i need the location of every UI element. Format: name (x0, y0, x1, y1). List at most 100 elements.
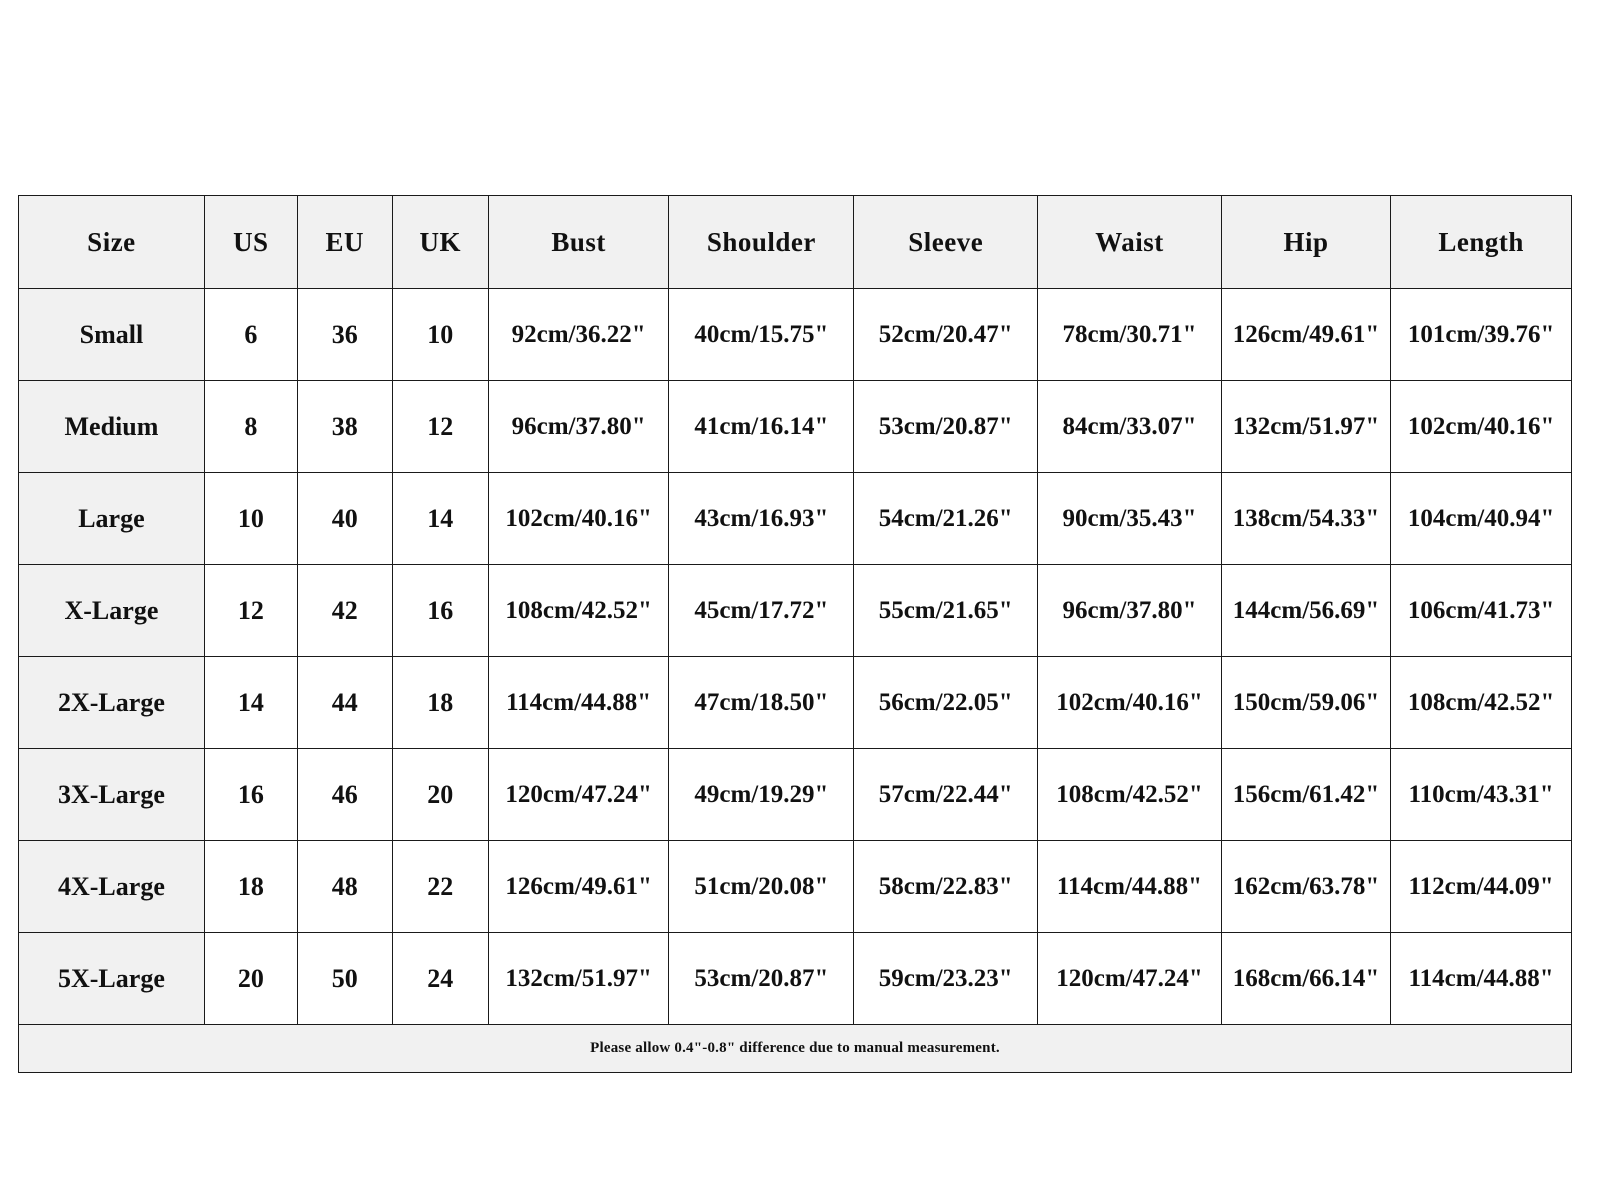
cell-eu: 50 (296, 932, 393, 1025)
table-row: Medium 8 38 12 96cm/37.80" 41cm/16.14" 5… (18, 380, 1572, 473)
cell-hip: 126cm/49.61" (1220, 288, 1392, 381)
cell-size: Medium (18, 380, 205, 473)
cell-size: Large (18, 472, 205, 565)
table-body: Small 6 36 10 92cm/36.22" 40cm/15.75" 52… (18, 288, 1572, 1025)
size-chart-table: Size US EU UK Bust Shoulder Sleeve Waist… (18, 195, 1572, 1073)
table-row: Small 6 36 10 92cm/36.22" 40cm/15.75" 52… (18, 288, 1572, 381)
cell-us: 8 (203, 380, 298, 473)
column-header-bust: Bust (487, 195, 670, 289)
cell-waist: 90cm/35.43" (1037, 472, 1222, 565)
table-row: 3X-Large 16 46 20 120cm/47.24" 49cm/19.2… (18, 748, 1572, 841)
cell-bust: 108cm/42.52" (487, 564, 670, 657)
table-row: X-Large 12 42 16 108cm/42.52" 45cm/17.72… (18, 564, 1572, 657)
measurement-disclaimer: Please allow 0.4"-0.8" difference due to… (18, 1024, 1572, 1073)
cell-eu: 40 (296, 472, 393, 565)
cell-waist: 120cm/47.24" (1037, 932, 1222, 1025)
table-row: 4X-Large 18 48 22 126cm/49.61" 51cm/20.0… (18, 840, 1572, 933)
cell-uk: 14 (391, 472, 489, 565)
cell-sleeve: 53cm/20.87" (853, 380, 1039, 473)
cell-waist: 96cm/37.80" (1037, 564, 1222, 657)
cell-bust: 102cm/40.16" (487, 472, 670, 565)
cell-shoulder: 40cm/15.75" (668, 288, 855, 381)
column-header-shoulder: Shoulder (668, 195, 855, 289)
cell-bust: 92cm/36.22" (487, 288, 670, 381)
cell-size: X-Large (18, 564, 205, 657)
cell-length: 106cm/41.73" (1390, 564, 1572, 657)
cell-hip: 168cm/66.14" (1220, 932, 1392, 1025)
cell-bust: 120cm/47.24" (487, 748, 670, 841)
cell-us: 20 (203, 932, 298, 1025)
cell-shoulder: 49cm/19.29" (668, 748, 855, 841)
cell-bust: 132cm/51.97" (487, 932, 670, 1025)
cell-waist: 102cm/40.16" (1037, 656, 1222, 749)
cell-sleeve: 57cm/22.44" (853, 748, 1039, 841)
cell-shoulder: 53cm/20.87" (668, 932, 855, 1025)
table-header: Size US EU UK Bust Shoulder Sleeve Waist… (18, 195, 1572, 289)
cell-uk: 22 (391, 840, 489, 933)
cell-waist: 108cm/42.52" (1037, 748, 1222, 841)
cell-size: 2X-Large (18, 656, 205, 749)
column-header-waist: Waist (1037, 195, 1222, 289)
cell-length: 104cm/40.94" (1390, 472, 1572, 565)
cell-hip: 162cm/63.78" (1220, 840, 1392, 933)
cell-shoulder: 41cm/16.14" (668, 380, 855, 473)
cell-waist: 84cm/33.07" (1037, 380, 1222, 473)
cell-us: 12 (203, 564, 298, 657)
table-row: Large 10 40 14 102cm/40.16" 43cm/16.93" … (18, 472, 1572, 565)
cell-uk: 18 (391, 656, 489, 749)
cell-length: 101cm/39.76" (1390, 288, 1572, 381)
cell-uk: 16 (391, 564, 489, 657)
cell-length: 114cm/44.88" (1390, 932, 1572, 1025)
cell-uk: 12 (391, 380, 489, 473)
cell-sleeve: 59cm/23.23" (853, 932, 1039, 1025)
cell-eu: 44 (296, 656, 393, 749)
cell-shoulder: 47cm/18.50" (668, 656, 855, 749)
cell-bust: 114cm/44.88" (487, 656, 670, 749)
cell-sleeve: 56cm/22.05" (853, 656, 1039, 749)
cell-size: 3X-Large (18, 748, 205, 841)
cell-eu: 46 (296, 748, 393, 841)
cell-sleeve: 58cm/22.83" (853, 840, 1039, 933)
cell-size: 5X-Large (18, 932, 205, 1025)
column-header-eu: EU (296, 195, 393, 289)
column-header-size: Size (18, 195, 205, 289)
cell-uk: 10 (391, 288, 489, 381)
column-header-hip: Hip (1220, 195, 1392, 289)
cell-uk: 20 (391, 748, 489, 841)
cell-shoulder: 45cm/17.72" (668, 564, 855, 657)
cell-length: 102cm/40.16" (1390, 380, 1572, 473)
cell-hip: 156cm/61.42" (1220, 748, 1392, 841)
cell-hip: 138cm/54.33" (1220, 472, 1392, 565)
table-row: 5X-Large 20 50 24 132cm/51.97" 53cm/20.8… (18, 932, 1572, 1025)
cell-eu: 42 (296, 564, 393, 657)
cell-bust: 96cm/37.80" (487, 380, 670, 473)
column-header-uk: UK (391, 195, 489, 289)
cell-shoulder: 51cm/20.08" (668, 840, 855, 933)
cell-eu: 38 (296, 380, 393, 473)
column-header-length: Length (1390, 195, 1572, 289)
cell-bust: 126cm/49.61" (487, 840, 670, 933)
cell-hip: 150cm/59.06" (1220, 656, 1392, 749)
cell-eu: 48 (296, 840, 393, 933)
cell-length: 112cm/44.09" (1390, 840, 1572, 933)
header-row: Size US EU UK Bust Shoulder Sleeve Waist… (18, 195, 1572, 289)
cell-sleeve: 52cm/20.47" (853, 288, 1039, 381)
cell-us: 14 (203, 656, 298, 749)
cell-hip: 144cm/56.69" (1220, 564, 1392, 657)
table-footer: Please allow 0.4"-0.8" difference due to… (18, 1024, 1572, 1073)
cell-eu: 36 (296, 288, 393, 381)
cell-size: 4X-Large (18, 840, 205, 933)
cell-us: 16 (203, 748, 298, 841)
cell-sleeve: 54cm/21.26" (853, 472, 1039, 565)
column-header-us: US (203, 195, 298, 289)
size-chart-container: Size US EU UK Bust Shoulder Sleeve Waist… (18, 195, 1572, 1073)
cell-us: 6 (203, 288, 298, 381)
cell-us: 18 (203, 840, 298, 933)
cell-us: 10 (203, 472, 298, 565)
cell-shoulder: 43cm/16.93" (668, 472, 855, 565)
cell-waist: 114cm/44.88" (1037, 840, 1222, 933)
cell-length: 110cm/43.31" (1390, 748, 1572, 841)
cell-length: 108cm/42.52" (1390, 656, 1572, 749)
footer-row: Please allow 0.4"-0.8" difference due to… (18, 1024, 1572, 1073)
cell-size: Small (18, 288, 205, 381)
